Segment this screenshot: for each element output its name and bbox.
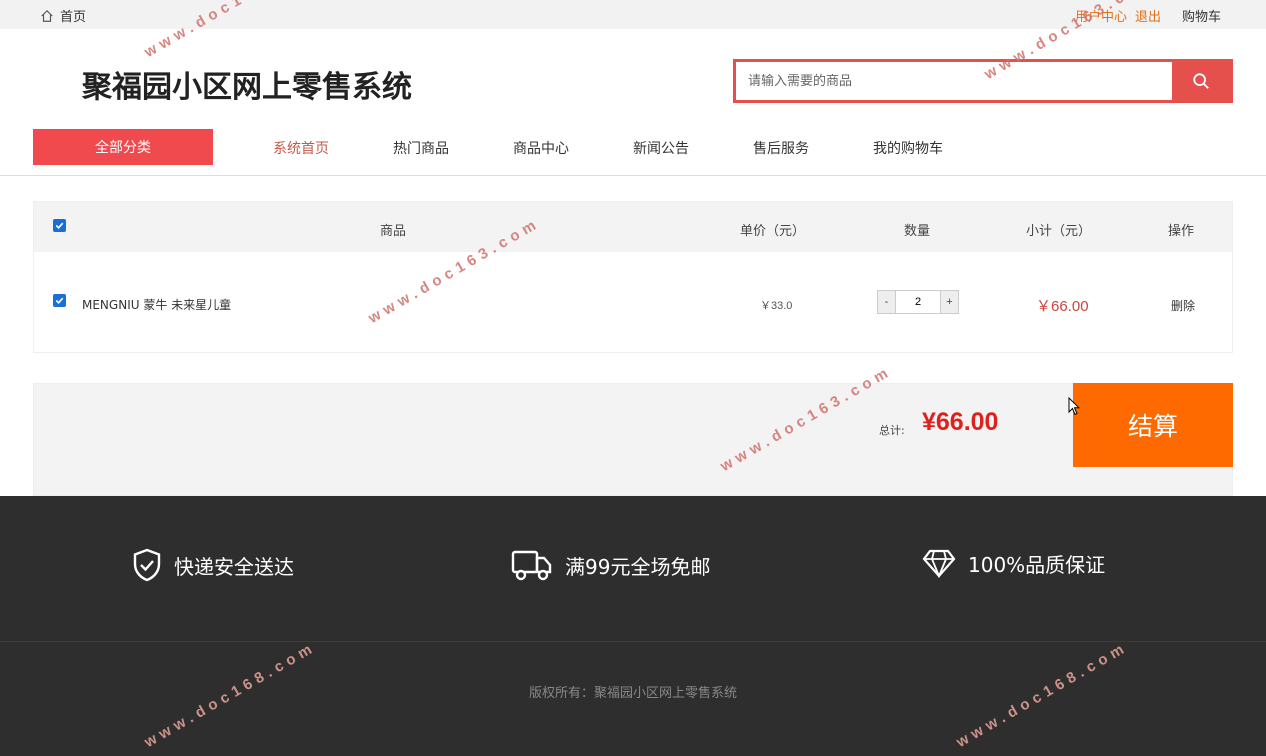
total-label: 总计: <box>879 424 905 437</box>
home-label: 首页 <box>60 9 87 24</box>
main-nav: 系统首页 热门商品 商品中心 新闻公告 售后服务 我的购物车 <box>273 138 993 158</box>
top-right-links: 用户中心 退出 购物车 <box>1075 6 1221 25</box>
cart-link[interactable]: 购物车 <box>1182 6 1221 25</box>
total-value: ¥66.00 <box>922 408 999 436</box>
home-icon <box>41 9 53 22</box>
column-header-quantity: 数量 <box>904 224 931 239</box>
feature-label: 100%品质保证 <box>968 552 1106 577</box>
cart-header-row: 商品 单价（元） 数量 小计（元） 操作 <box>34 202 1232 252</box>
delete-item-link[interactable]: 删除 <box>1171 297 1195 314</box>
checkout-button[interactable]: 结算 <box>1073 383 1233 467</box>
item-name[interactable]: MENGNIU 蒙牛 未来星儿童 <box>82 296 231 313</box>
nav-item-after-sales[interactable]: 售后服务 <box>753 138 873 158</box>
nav-item-my-cart[interactable]: 我的购物车 <box>873 138 993 158</box>
search-button[interactable] <box>1172 62 1230 100</box>
column-header-product: 商品 <box>380 224 407 239</box>
logout-link[interactable]: 退出 <box>1135 6 1161 25</box>
cart-item-row: MENGNIU 蒙牛 未来星儿童 ￥33.0 - + ￥66.00 删除 <box>34 252 1232 352</box>
quantity-decrease-button[interactable]: - <box>878 291 895 313</box>
search-box <box>733 59 1233 103</box>
column-header-action: 操作 <box>1168 224 1195 239</box>
column-header-subtotal: 小计（元） <box>1026 224 1092 239</box>
cart-table: 商品 单价（元） 数量 小计（元） 操作 MENGNIU 蒙牛 未来星儿童 ￥3… <box>33 201 1233 353</box>
quantity-input[interactable] <box>895 291 941 313</box>
checkmark-icon <box>55 222 64 229</box>
quantity-stepper: - + <box>877 290 959 314</box>
nav-divider <box>0 175 1266 176</box>
copyright-text: 版权所有：聚福园小区网上零售系统 <box>528 686 737 701</box>
cart-summary: 总计: ¥66.00 结算 <box>33 383 1233 496</box>
feature-free-shipping: 满99元全场免邮 <box>511 548 710 582</box>
search-icon <box>1193 73 1209 89</box>
site-title[interactable]: 聚福园小区网上零售系统 <box>82 62 412 106</box>
nav-item-home[interactable]: 系统首页 <box>273 138 393 158</box>
top-bar: 首页 用户中心 退出 购物车 <box>0 0 1266 29</box>
select-all-checkbox[interactable] <box>53 219 66 232</box>
column-header-unit-price: 单价（元） <box>740 224 806 239</box>
feature-fast-delivery: 快递安全送达 <box>132 548 294 582</box>
item-subtotal: ￥66.00 <box>1036 298 1089 315</box>
checkmark-icon <box>55 297 64 304</box>
truck-icon <box>511 550 552 581</box>
home-link[interactable]: 首页 <box>40 6 86 25</box>
nav-item-hot-products[interactable]: 热门商品 <box>393 138 513 158</box>
nav-item-news[interactable]: 新闻公告 <box>633 138 753 158</box>
nav-item-product-center[interactable]: 商品中心 <box>513 138 633 158</box>
shield-check-icon <box>133 548 161 582</box>
item-checkbox[interactable] <box>53 294 66 307</box>
feature-quality-guarantee: 100%品质保证 <box>922 548 1105 578</box>
all-categories-button[interactable]: 全部分类 <box>33 129 213 165</box>
search-input[interactable] <box>736 62 1172 100</box>
feature-label: 快递安全送达 <box>174 554 294 579</box>
footer: 快递安全送达 满99元全场免邮 100%品质保证 版权所有：聚福园小区网上零售系… <box>0 496 1266 756</box>
feature-label: 满99元全场免邮 <box>565 554 711 579</box>
quantity-increase-button[interactable]: + <box>941 291 958 313</box>
diamond-icon <box>922 549 956 578</box>
footer-divider <box>0 641 1266 642</box>
item-unit-price: ￥33.0 <box>760 300 793 312</box>
mouse-cursor-icon <box>1068 397 1080 416</box>
user-center-link[interactable]: 用户中心 <box>1075 6 1127 25</box>
